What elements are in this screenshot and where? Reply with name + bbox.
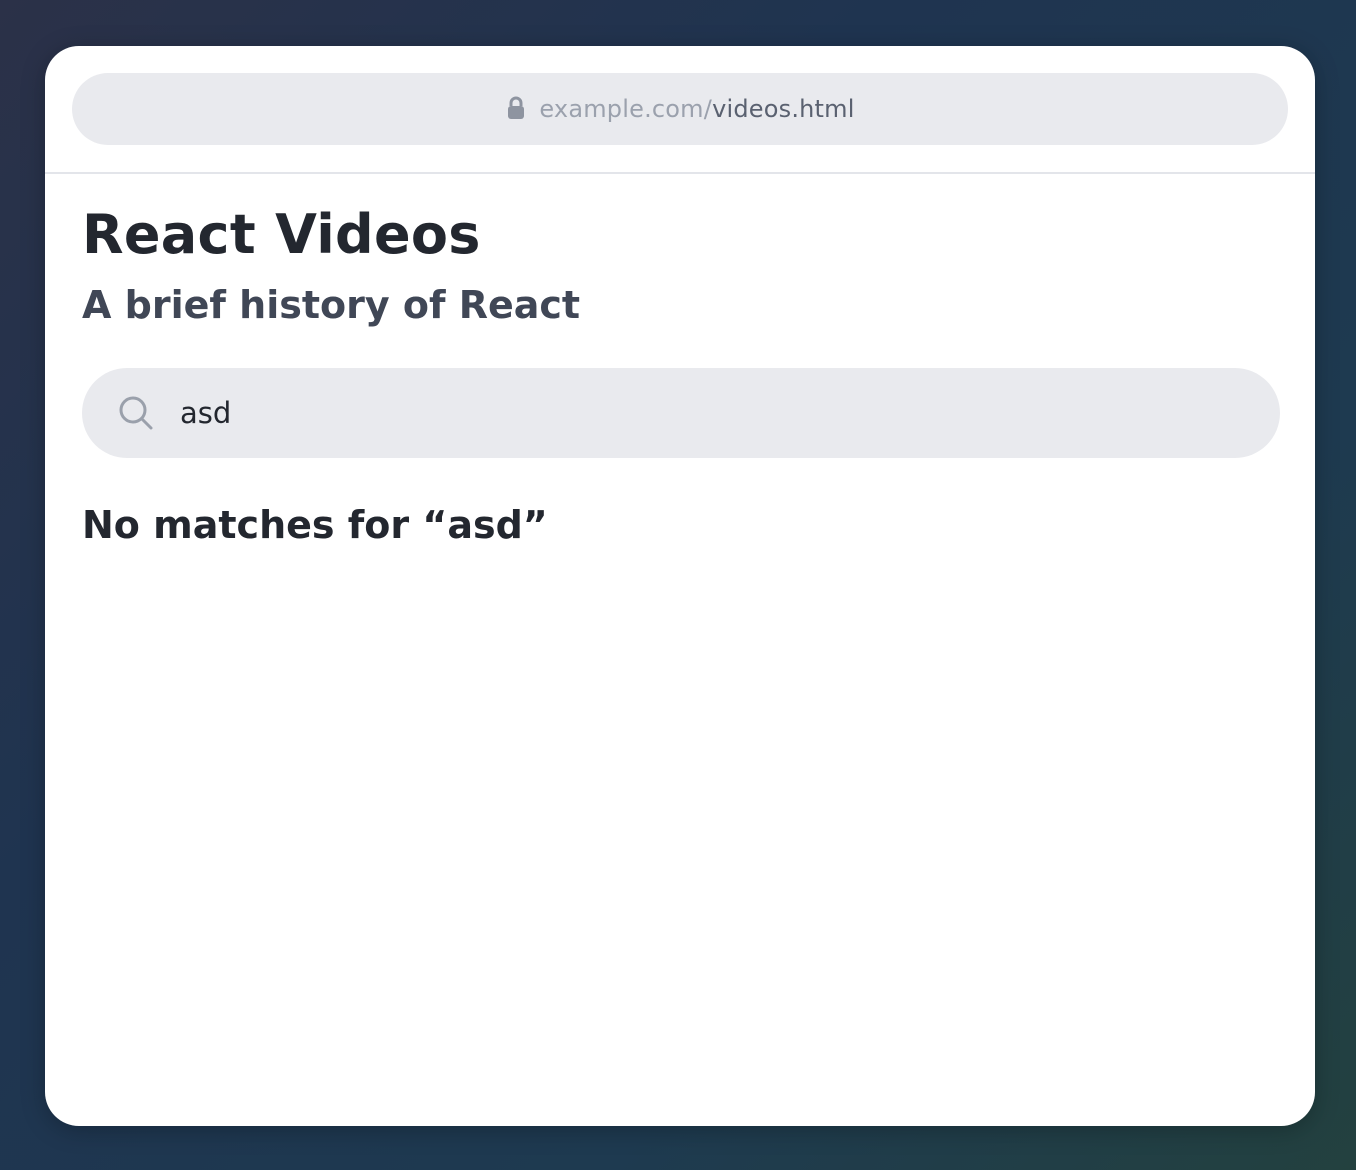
url-domain: example.com/: [539, 95, 713, 123]
browser-toolbar: example.com/videos.html: [45, 46, 1315, 174]
page-content: React Videos A brief history of React No…: [45, 174, 1315, 550]
search-bar[interactable]: [82, 368, 1280, 458]
search-icon: [118, 395, 154, 431]
browser-window: example.com/videos.html React Videos A b…: [45, 46, 1315, 1126]
no-matches-message: No matches for “asd”: [82, 503, 548, 547]
lock-icon: [505, 96, 527, 120]
url-path: videos.html: [712, 95, 855, 123]
page-subtitle: A brief history of React: [82, 283, 581, 327]
address-bar[interactable]: example.com/videos.html: [72, 73, 1288, 145]
search-input[interactable]: [180, 396, 1180, 430]
page-title: React Videos: [82, 203, 481, 266]
